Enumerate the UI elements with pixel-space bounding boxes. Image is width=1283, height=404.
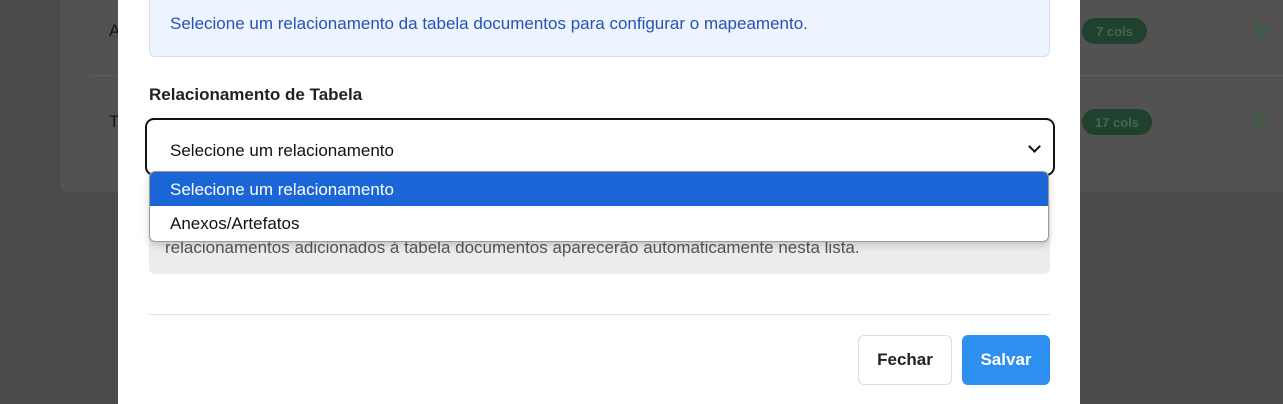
column-count-badge: 7 cols [1082, 18, 1147, 44]
dropdown-option[interactable]: Anexos/Artefatos [150, 206, 1048, 240]
column-count-badge: 17 cols [1082, 109, 1152, 135]
relationship-dropdown-list: Selecione um relacionamento Anexos/Artef… [149, 171, 1049, 242]
save-button[interactable]: Salvar [962, 335, 1050, 385]
play-icon[interactable] [1256, 112, 1268, 128]
relationship-field-label: Relacionamento de Tabela [149, 85, 363, 104]
relationship-select[interactable]: Selecione um relacionamento [145, 118, 1055, 176]
relationship-select-value: Selecione um relacionamento [170, 141, 394, 160]
info-alert-text: Selecione um relacionamento da tabela do… [170, 14, 808, 33]
dropdown-option[interactable]: Selecione um relacionamento [150, 172, 1048, 206]
close-button[interactable]: Fechar [858, 335, 952, 385]
footer-divider [149, 314, 1050, 315]
info-alert: Selecione um relacionamento da tabela do… [149, 0, 1050, 57]
chevron-down-icon [1028, 140, 1041, 153]
play-icon[interactable] [1256, 22, 1268, 38]
